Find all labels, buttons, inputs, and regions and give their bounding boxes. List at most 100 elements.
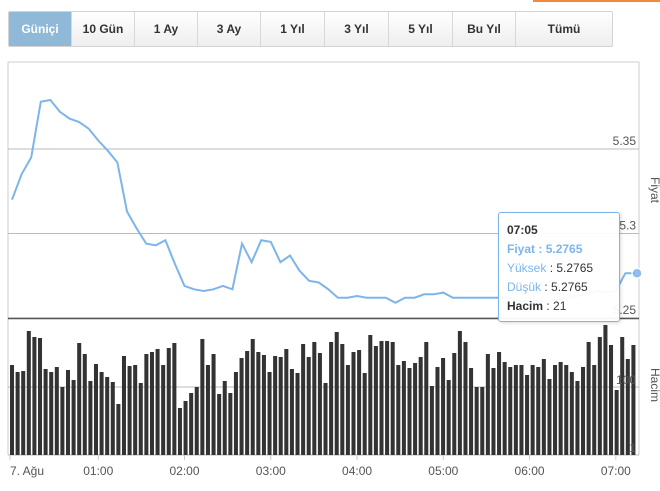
tooltip-fiyat-label: Fiyat [507,242,536,256]
volume-bar [581,367,586,455]
volume-bar [183,401,188,455]
time-tick-label: 7. Ağu [10,464,44,478]
volume-bar [340,344,345,455]
volume-bar [614,390,619,455]
volume-bar [194,387,199,455]
volume-bar [233,372,238,455]
volume-bar [144,354,149,455]
volume-bar [373,346,378,455]
volume-bar [133,365,138,455]
volume-bar [250,339,255,455]
volume-bar [93,364,98,455]
volume-bar [116,404,121,455]
volume-bar [603,325,608,455]
time-tick-label: 07:00 [601,464,631,478]
volume-bar [446,380,451,455]
volume-bar [597,337,602,455]
volume-bar [222,381,227,455]
volume-bar [54,367,59,455]
tooltip-fiyat-value: 5.2765 [545,242,583,256]
volume-bar [127,366,132,455]
volume-bar [435,367,440,455]
volume-bar [457,331,462,455]
volume-bar [407,368,412,455]
volume-bar [345,365,350,455]
volume-bar [284,349,289,455]
volume-bar [289,369,294,455]
volume-bar [413,363,418,455]
volume-bar [105,377,110,455]
volume-bar [273,356,278,455]
tooltip-dusuk-label: Düşük [507,280,542,294]
volume-bar [452,353,457,455]
volume-bar [15,372,20,455]
volume-bar [138,383,143,455]
volume-bar [317,353,322,455]
volume-bar [37,338,43,455]
volume-bar [200,339,205,455]
price-axis-title: Fiyat [648,177,660,204]
volume-bar [99,372,104,455]
volume-bar [189,393,194,455]
volume-bar [536,367,541,455]
volume-bar [177,408,182,455]
volume-bar [256,352,261,455]
volume-bar [211,354,216,455]
volume-bar [228,393,233,455]
volume-bar [429,386,434,455]
volume-bar [32,337,37,455]
volume-bar [592,365,597,455]
volume-bar [480,387,485,455]
volume-bar [497,352,502,455]
volume-bar [60,387,65,455]
volume-bar [71,380,76,455]
data-tooltip: 07:05 Fiyat : 5.2765 Yüksek : 5.2765 Düş… [498,212,620,322]
volume-bar [474,387,479,455]
volume-bar [390,342,395,455]
time-tick-label: 05:00 [428,464,458,478]
volume-bar [508,367,513,455]
volume-bar [334,332,339,455]
tooltip-time: 07:05 [507,223,538,237]
volume-bar [261,355,266,455]
volume-bar [541,359,546,455]
time-tick-label: 01:00 [83,464,113,478]
volume-bar [553,365,558,455]
volume-bar [49,372,54,455]
volume-bar [295,373,300,455]
tooltip-dusuk-value: 5.2765 [551,280,588,294]
volume-bar [368,335,373,455]
volume-bar [245,351,250,455]
volume-bar [362,373,367,455]
volume-bar [418,357,423,455]
volume-bar [77,343,82,455]
volume-bar [329,342,334,455]
volume-bar [575,381,580,455]
volume-bar [463,342,468,455]
volume-bar [351,352,356,455]
volume-bar [65,370,71,455]
volume-bar [485,354,490,455]
volume-bar [357,350,362,455]
volume-bar [323,383,328,455]
tooltip-yuksek-value: 5.2765 [556,261,594,275]
volume-bar [121,356,126,455]
volume-bar [519,365,524,455]
volume-bar [385,341,390,455]
tooltip-hacim-value: 21 [553,299,567,313]
volume-bar [149,352,154,455]
volume-bar [469,368,474,455]
volume-bar [239,358,244,455]
volume-bar [525,375,530,455]
volume-bar [301,344,306,455]
volume-bar [564,365,569,455]
volume-bar [306,357,311,455]
volume-bar [82,354,87,455]
volume-axis-title: Hacim [648,368,660,402]
volume-bar [217,394,222,455]
volume-bar [278,357,283,455]
tooltip-hacim-label: Hacim [507,299,544,313]
volume-bar [155,349,160,455]
volume-tick-label: 1 [629,441,636,455]
price-tick-label: 5.3 [619,219,636,233]
